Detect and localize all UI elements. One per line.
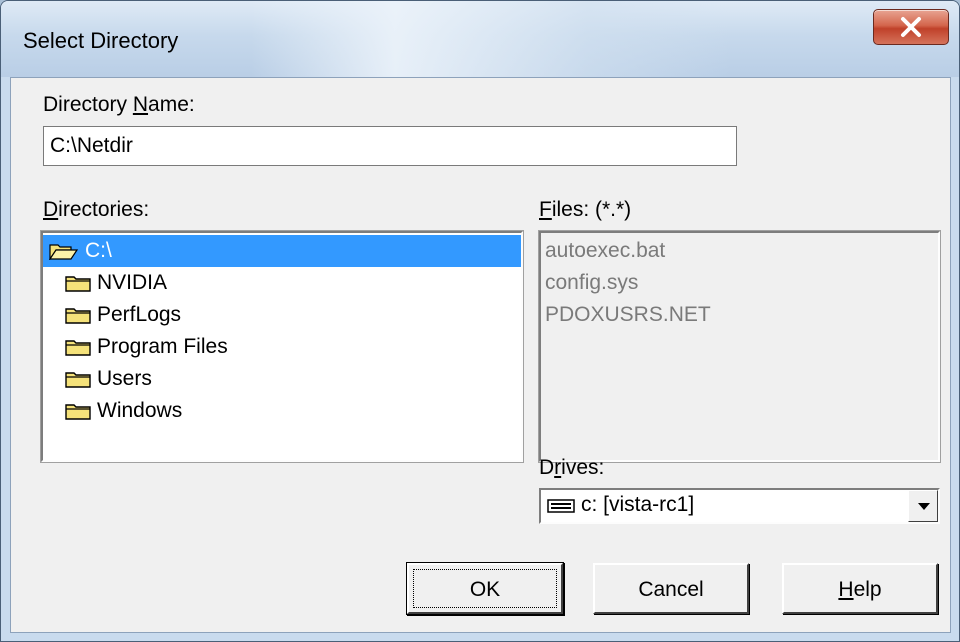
cancel-button[interactable]: Cancel <box>593 563 749 614</box>
dialog-body: Directory Name: Directories: C:\ NVIDIA <box>10 77 951 633</box>
directory-item-c-root[interactable]: C:\ <box>43 235 521 267</box>
directory-item-label: Program Files <box>97 335 228 358</box>
directory-item-perflogs[interactable]: PerfLogs <box>43 299 521 331</box>
folder-icon <box>65 372 91 388</box>
files-list: autoexec.bat config.sys PDOXUSRS.NET <box>539 231 940 462</box>
close-icon <box>901 17 921 37</box>
files-label: Files: (*.*) <box>539 198 632 221</box>
drives-select[interactable]: c: [vista-rc1] <box>539 488 940 524</box>
close-button[interactable] <box>873 9 949 45</box>
drive-icon <box>547 499 575 513</box>
help-button[interactable]: Help <box>782 563 938 614</box>
title-bar[interactable]: Select Directory <box>1 1 959 77</box>
cancel-button-label: Cancel <box>638 578 704 601</box>
file-item: autoexec.bat <box>545 239 666 262</box>
select-directory-dialog: Select Directory Directory Name: Directo… <box>0 0 960 642</box>
help-button-label: Help <box>838 578 882 601</box>
directory-item-windows[interactable]: Windows <box>43 395 521 427</box>
chevron-down-icon <box>918 503 930 510</box>
folder-icon <box>65 276 91 292</box>
directories-label: Directories: <box>43 198 150 221</box>
directory-item-label: Users <box>97 367 152 390</box>
title-bar-glow <box>251 1 731 77</box>
drives-dropdown-button[interactable] <box>908 490 938 522</box>
ok-button[interactable]: OK <box>407 563 563 614</box>
drives-selected-value: c: [vista-rc1] <box>581 493 695 516</box>
directory-item-label: PerfLogs <box>97 303 182 326</box>
directory-name-input[interactable] <box>43 126 737 166</box>
window-title: Select Directory <box>23 28 179 53</box>
ok-button-label: OK <box>469 578 501 601</box>
directory-item-program-files[interactable]: Program Files <box>43 331 521 363</box>
directories-list[interactable]: C:\ NVIDIA PerfLogs Program Files Users … <box>41 231 523 462</box>
folder-icon <box>65 404 91 420</box>
directory-item-label: NVIDIA <box>97 271 168 294</box>
folder-icon <box>65 340 91 356</box>
directory-name-label: Directory Name: <box>43 93 195 116</box>
directory-item-label: Windows <box>97 399 183 422</box>
directory-item-users[interactable]: Users <box>43 363 521 395</box>
directory-item-label: C:\ <box>85 239 112 262</box>
file-item: PDOXUSRS.NET <box>545 303 711 326</box>
drives-label: Drives: <box>539 456 605 479</box>
folder-icon <box>65 308 91 324</box>
open-folder-icon <box>49 244 79 260</box>
directory-item-nvidia[interactable]: NVIDIA <box>43 267 521 299</box>
file-item: config.sys <box>545 271 639 294</box>
